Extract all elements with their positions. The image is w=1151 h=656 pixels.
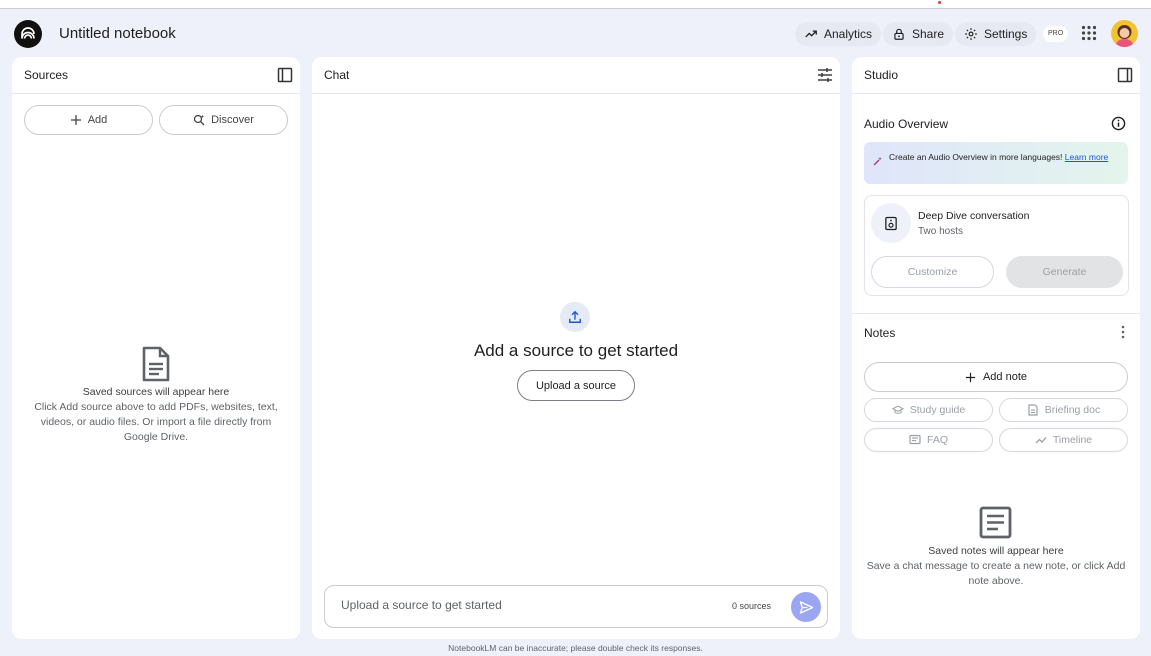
sources-empty-state: Saved sources will appear here Click Add… bbox=[26, 385, 286, 445]
timeline-label: Timeline bbox=[1052, 434, 1093, 446]
send-icon bbox=[799, 600, 813, 614]
analytics-label: Analytics bbox=[824, 27, 873, 41]
generate-button[interactable]: Generate bbox=[1006, 256, 1123, 288]
add-source-label: Add bbox=[87, 114, 108, 126]
chat-empty-heading: Add a source to get started bbox=[473, 341, 679, 360]
deep-dive-subtitle: Two hosts bbox=[918, 226, 964, 237]
studio-divider bbox=[852, 313, 1140, 314]
chat-title: Chat bbox=[324, 68, 350, 82]
notes-title: Notes bbox=[864, 326, 896, 340]
plus-icon bbox=[965, 372, 976, 382]
info-icon[interactable] bbox=[1111, 116, 1126, 131]
chat-panel: Chat Add a source to get started Upload … bbox=[312, 57, 840, 639]
add-note-label: Add note bbox=[982, 371, 1028, 383]
faq-button[interactable]: FAQ bbox=[864, 428, 993, 452]
discover-search-icon bbox=[193, 114, 205, 126]
sources-panel: Sources Add Discover Saved sources will … bbox=[12, 57, 300, 639]
notebook-title[interactable]: Untitled notebook bbox=[59, 25, 176, 42]
study-guide-label: Study guide bbox=[909, 404, 966, 416]
sources-empty-title: Saved sources will appear here bbox=[82, 386, 230, 398]
source-count: 0 sources bbox=[732, 601, 772, 611]
deep-dive-title: Deep Dive conversation bbox=[918, 210, 1030, 222]
tune-icon[interactable] bbox=[817, 67, 833, 83]
collapse-panel-icon[interactable] bbox=[277, 67, 293, 83]
studio-panel: Studio Audio Overview Create an Audio Ov… bbox=[852, 57, 1140, 639]
add-note-button[interactable]: Add note bbox=[864, 362, 1128, 392]
sources-empty-body: Click Add source above to add PDFs, webs… bbox=[34, 401, 278, 443]
collapse-panel-icon[interactable] bbox=[1117, 67, 1133, 83]
timeline-button[interactable]: Timeline bbox=[999, 428, 1128, 452]
sources-panel-header: Sources bbox=[12, 57, 300, 94]
browser-top-strip bbox=[0, 0, 1151, 9]
chat-input[interactable] bbox=[341, 598, 701, 612]
graduation-cap-icon bbox=[891, 405, 904, 414]
note-icon bbox=[979, 506, 1012, 539]
upload-icon bbox=[569, 310, 581, 323]
apps-grid-icon[interactable] bbox=[1081, 25, 1097, 41]
learn-more-link[interactable]: Learn more bbox=[1065, 152, 1108, 162]
notes-empty-body: Save a chat message to create a new note… bbox=[866, 560, 1126, 587]
chat-input-box: 0 sources bbox=[324, 585, 828, 628]
speaker-icon-circle bbox=[871, 203, 911, 243]
banner-text: Create an Audio Overview in more languag… bbox=[889, 151, 1119, 163]
gear-icon bbox=[965, 28, 977, 40]
notes-empty-title: Saved notes will appear here bbox=[928, 545, 1064, 557]
customize-button[interactable]: Customize bbox=[871, 256, 994, 288]
share-button[interactable]: Share bbox=[883, 22, 954, 46]
app-header: Untitled notebook Analytics Share Settin… bbox=[0, 10, 1151, 56]
lock-icon bbox=[894, 28, 904, 40]
send-button[interactable] bbox=[791, 592, 821, 622]
study-guide-button[interactable]: Study guide bbox=[864, 398, 993, 422]
studio-title: Studio bbox=[864, 68, 899, 82]
studio-panel-header: Studio bbox=[852, 57, 1140, 94]
briefing-doc-icon bbox=[1028, 404, 1038, 416]
add-source-button[interactable]: Add bbox=[24, 105, 153, 135]
pro-badge: PRO bbox=[1043, 26, 1069, 42]
notes-empty-state: Saved notes will appear here Save a chat… bbox=[866, 544, 1126, 589]
banner-message: Create an Audio Overview in more languag… bbox=[889, 152, 1063, 162]
faq-label: FAQ bbox=[926, 434, 948, 446]
plus-icon bbox=[70, 115, 81, 125]
discover-button[interactable]: Discover bbox=[159, 105, 288, 135]
red-dot bbox=[938, 1, 941, 4]
settings-button[interactable]: Settings bbox=[955, 22, 1037, 46]
share-label: Share bbox=[912, 27, 945, 41]
audio-language-banner: Create an Audio Overview in more languag… bbox=[864, 142, 1128, 184]
disclaimer-footer: NotebookLM can be inaccurate; please dou… bbox=[448, 643, 703, 653]
timeline-icon bbox=[1035, 437, 1047, 444]
settings-label: Settings bbox=[984, 27, 1028, 41]
upload-circle bbox=[560, 302, 590, 332]
deep-dive-card: Deep Dive conversation Two hosts Customi… bbox=[864, 195, 1129, 296]
briefing-doc-button[interactable]: Briefing doc bbox=[999, 398, 1128, 422]
chat-panel-header: Chat bbox=[312, 57, 840, 94]
user-avatar[interactable] bbox=[1111, 20, 1138, 47]
document-icon bbox=[142, 346, 170, 382]
more-vert-icon[interactable] bbox=[1120, 325, 1126, 339]
discover-label: Discover bbox=[211, 114, 254, 126]
notebooklm-logo-icon[interactable] bbox=[14, 20, 42, 48]
upload-source-button[interactable]: Upload a source bbox=[517, 370, 635, 401]
analytics-button[interactable]: Analytics bbox=[795, 22, 882, 46]
faq-icon bbox=[909, 434, 921, 445]
trending-up-icon bbox=[805, 30, 817, 38]
sources-title: Sources bbox=[24, 68, 69, 82]
briefing-doc-label: Briefing doc bbox=[1044, 404, 1101, 416]
audio-overview-title: Audio Overview bbox=[864, 117, 949, 131]
magic-wand-icon bbox=[873, 157, 882, 166]
speaker-icon bbox=[885, 216, 897, 230]
